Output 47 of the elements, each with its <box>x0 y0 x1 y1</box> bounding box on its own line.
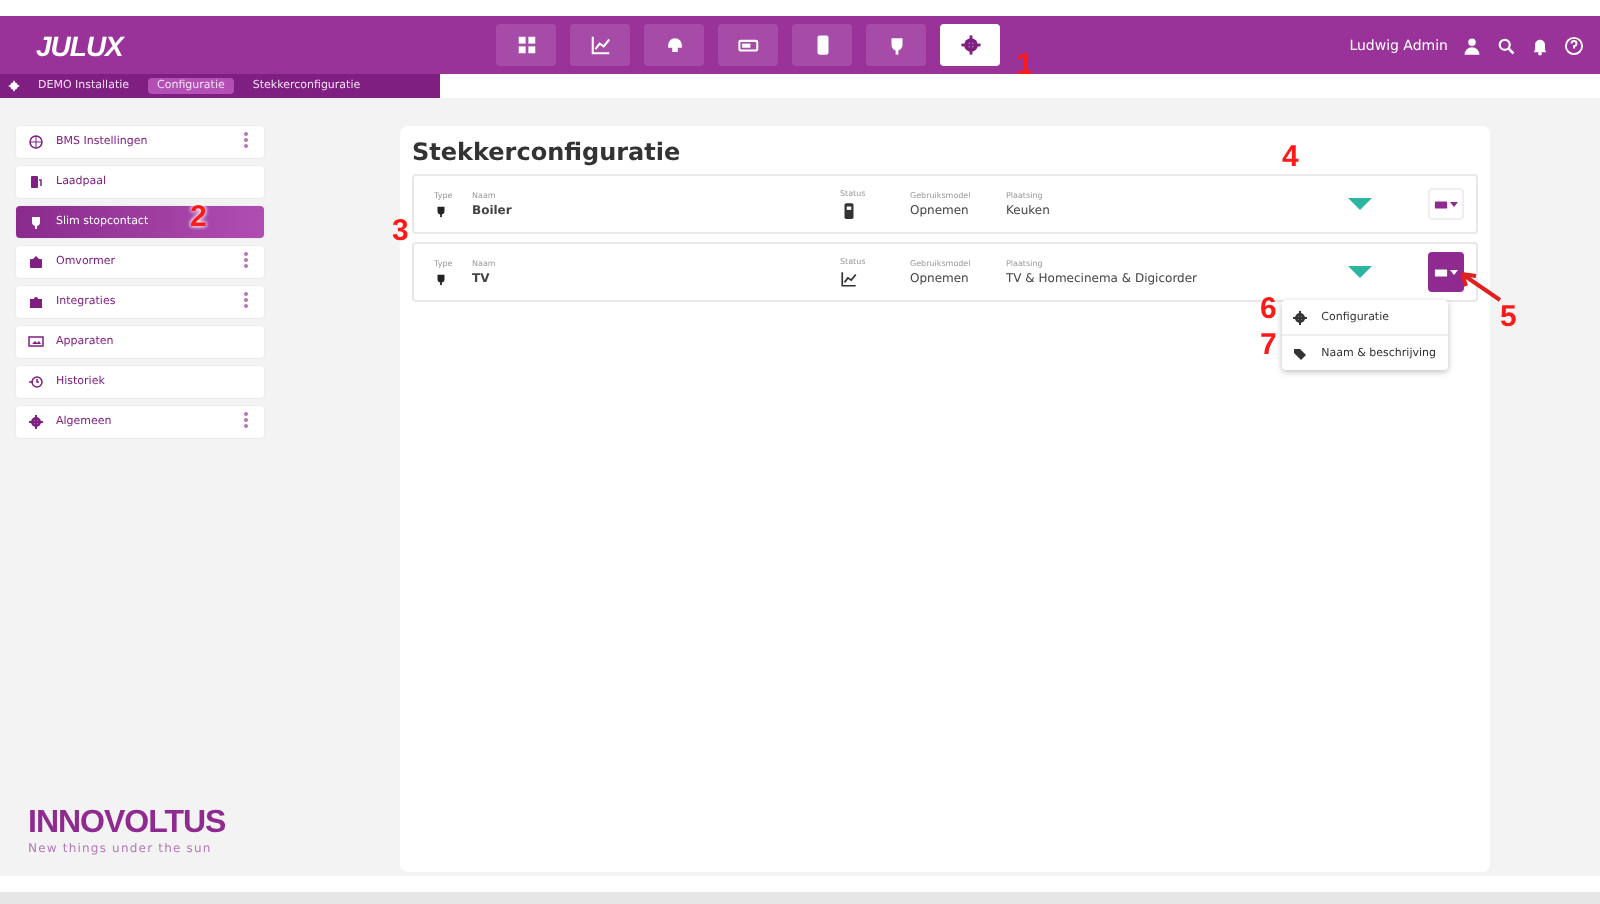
picture-icon <box>28 334 44 350</box>
nav-tab[interactable] <box>496 24 556 66</box>
annotation-number: 1 <box>1016 48 1033 82</box>
gear-icon <box>1291 309 1308 325</box>
gear-icon <box>28 414 44 430</box>
device-icon <box>840 202 858 220</box>
help-icon <box>1564 35 1584 55</box>
plug-icon <box>28 214 44 230</box>
page-title: Stekkerconfiguratie <box>412 138 681 166</box>
annotation-arrow <box>1456 268 1504 304</box>
chart-icon <box>589 34 611 56</box>
box-icon <box>28 254 44 270</box>
annotation-number: 6 <box>1260 292 1277 326</box>
history-icon <box>28 374 44 390</box>
nav-tab[interactable] <box>570 24 630 66</box>
charger-icon <box>28 174 44 190</box>
nav-tab[interactable] <box>866 24 926 66</box>
battery-icon <box>737 34 759 56</box>
annotation-number: 4 <box>1282 140 1299 174</box>
caret-icon <box>1450 268 1458 276</box>
tag-icon <box>1291 345 1308 361</box>
app-logo[interactable]: JULUX <box>36 29 496 61</box>
annotation-number: 5 <box>1500 300 1517 334</box>
actions-button[interactable] <box>1428 252 1464 292</box>
annotation-number: 7 <box>1260 328 1277 362</box>
gear-icon <box>959 34 981 56</box>
nav-tab[interactable] <box>940 24 1000 66</box>
card-icon <box>1434 265 1448 279</box>
nav-tab[interactable] <box>718 24 778 66</box>
triangle-icon <box>1348 266 1372 278</box>
bell-icon <box>1530 35 1550 55</box>
gear-icon <box>8 80 20 92</box>
annotation-number: 2 <box>190 200 207 234</box>
chart-icon <box>840 270 858 288</box>
card-icon <box>1434 197 1448 211</box>
user-icon <box>1462 35 1482 55</box>
nav-tab[interactable] <box>792 24 852 66</box>
plug-icon <box>434 204 448 218</box>
grid-icon <box>515 34 537 56</box>
annotation-number: 3 <box>392 214 409 248</box>
nav-tab[interactable] <box>644 24 704 66</box>
search-icon <box>1496 35 1516 55</box>
globe-icon <box>28 134 44 150</box>
brand-logo: INNOVOLTUS <box>28 806 226 842</box>
triangle-icon <box>1348 198 1372 210</box>
caret-icon <box>1450 200 1458 208</box>
plug-icon <box>434 272 448 286</box>
